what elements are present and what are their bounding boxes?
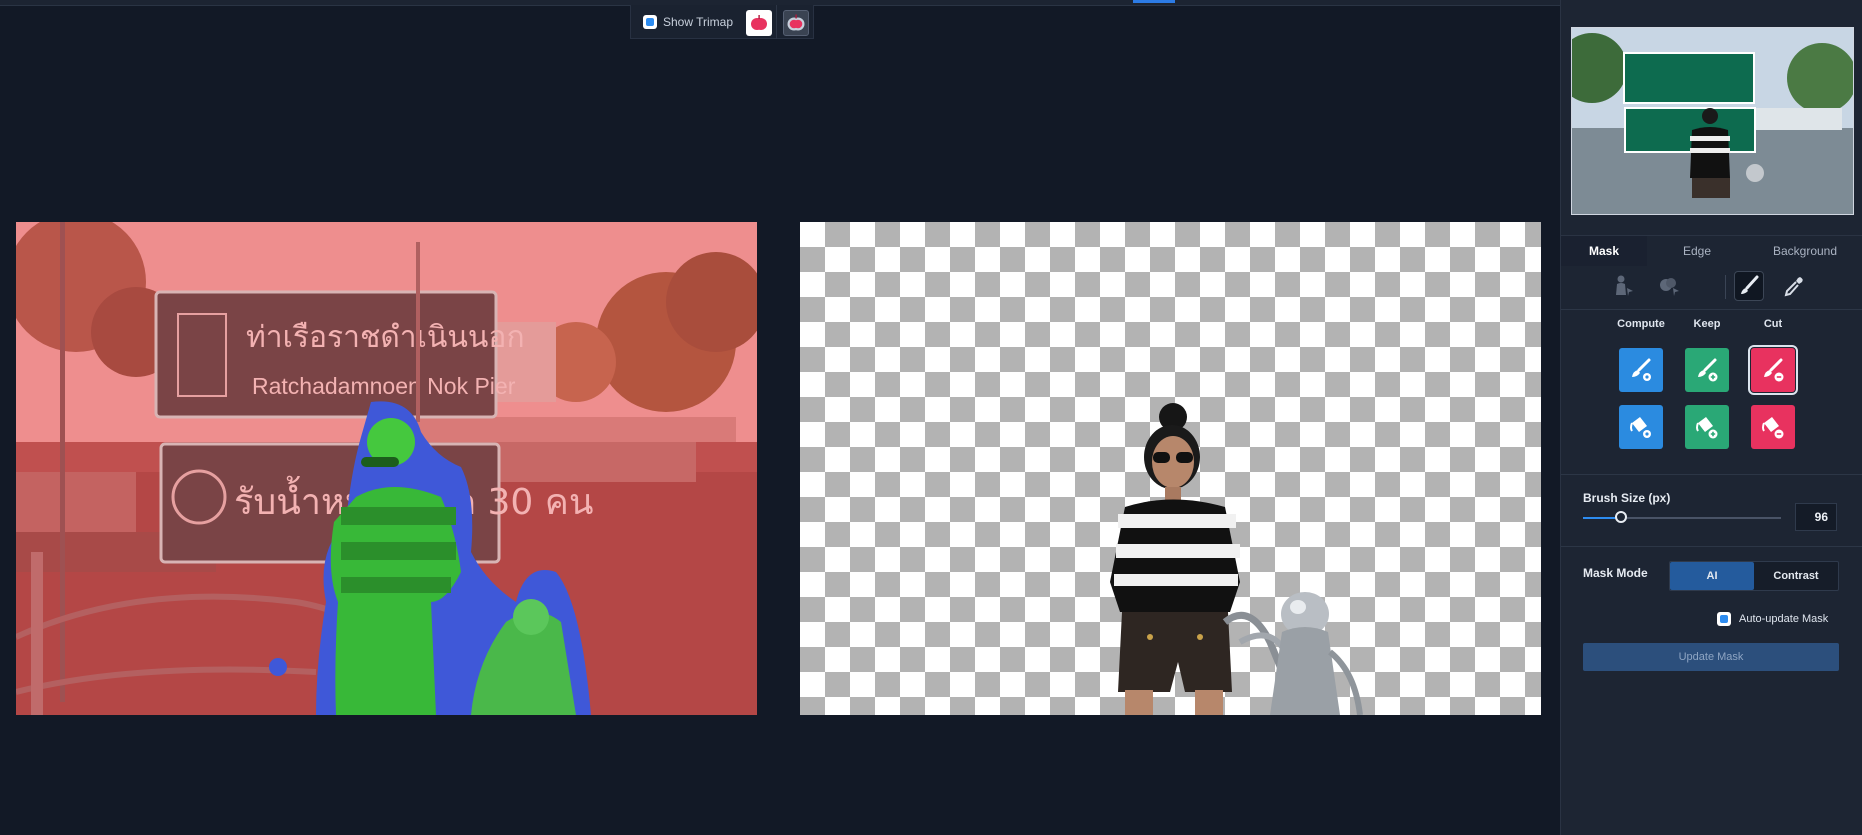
compute-fill-icon [1630, 417, 1651, 438]
trimap-canvas[interactable]: ท่าเรือราชดำเนินนอก Ratchadamnoen Nok Pi… [16, 222, 757, 715]
mask-tool-row [1561, 266, 1862, 308]
cut-brush-icon [1764, 358, 1784, 382]
mask-mode-toggle: AI Contrast [1669, 561, 1839, 591]
brush-size-label: Brush Size (px) [1583, 491, 1671, 505]
sign-top-en: Ratchadamnoen Nok Pier [252, 373, 516, 399]
keep-brush-button[interactable] [1685, 348, 1729, 392]
trimap-image: ท่าเรือราชดำเนินนอก Ratchadamnoen Nok Pi… [16, 222, 757, 715]
mask-mode-contrast-button[interactable]: Contrast [1754, 562, 1838, 590]
mask-mode-label: Mask Mode [1583, 566, 1648, 580]
cut-brush-button[interactable] [1748, 345, 1798, 395]
cut-fill-button[interactable] [1751, 405, 1795, 449]
sidebar-panel: Mask Edge Background Compute Keep Cut Br… [1560, 0, 1862, 835]
thumbnail-image [1572, 28, 1853, 214]
panel-tabs: Mask Edge Background [1561, 235, 1862, 267]
person-select-icon[interactable] [1608, 271, 1638, 301]
divider [1561, 474, 1862, 475]
show-trimap-label[interactable]: Show Trimap [663, 15, 733, 29]
top-bar-indicator [1133, 0, 1175, 3]
trimap-toolbar: Show Trimap [630, 5, 814, 39]
show-trimap-checkbox[interactable] [643, 15, 657, 29]
compute-brush-button[interactable] [1619, 348, 1663, 392]
tab-background[interactable]: Background [1747, 236, 1862, 266]
brush-size-slider[interactable] [1583, 511, 1781, 523]
result-canvas[interactable] [800, 222, 1541, 715]
auto-update-label[interactable]: Auto-update Mask [1739, 613, 1828, 625]
keep-fill-icon [1696, 417, 1718, 439]
eyedropper-icon[interactable] [1779, 271, 1809, 301]
toolbar-separator [776, 5, 777, 39]
sign-top-thai: ท่าเรือราชดำเนินนอก [246, 320, 525, 355]
tab-edge[interactable]: Edge [1647, 236, 1747, 266]
tab-mask[interactable]: Mask [1561, 236, 1647, 266]
column-cut: Cut [1763, 318, 1783, 330]
apple-trimap-icon[interactable] [783, 10, 809, 36]
cut-fill-icon [1762, 417, 1784, 439]
brush-size-input[interactable]: 96 [1795, 503, 1837, 531]
mask-mode-ai-button[interactable]: AI [1670, 562, 1754, 590]
brush-icon[interactable] [1734, 271, 1764, 301]
divider [1561, 546, 1862, 547]
brush-size-slider-handle[interactable] [1614, 511, 1627, 523]
apple-mask-icon[interactable] [746, 10, 772, 36]
column-compute: Compute [1617, 318, 1665, 330]
compute-fill-button[interactable] [1619, 405, 1663, 449]
object-select-icon[interactable] [1654, 271, 1684, 301]
keep-fill-button[interactable] [1685, 405, 1729, 449]
navigator-thumbnail[interactable] [1571, 27, 1854, 215]
tool-divider [1725, 275, 1726, 299]
auto-update-mask[interactable]: Auto-update Mask [1717, 611, 1847, 627]
divider [1561, 309, 1862, 310]
keep-brush-icon [1698, 358, 1718, 382]
cutout-image [1110, 403, 1363, 715]
update-mask-button[interactable]: Update Mask [1583, 643, 1839, 671]
column-keep: Keep [1693, 318, 1721, 330]
auto-update-checkbox[interactable] [1717, 612, 1731, 626]
compute-brush-icon [1632, 358, 1651, 381]
